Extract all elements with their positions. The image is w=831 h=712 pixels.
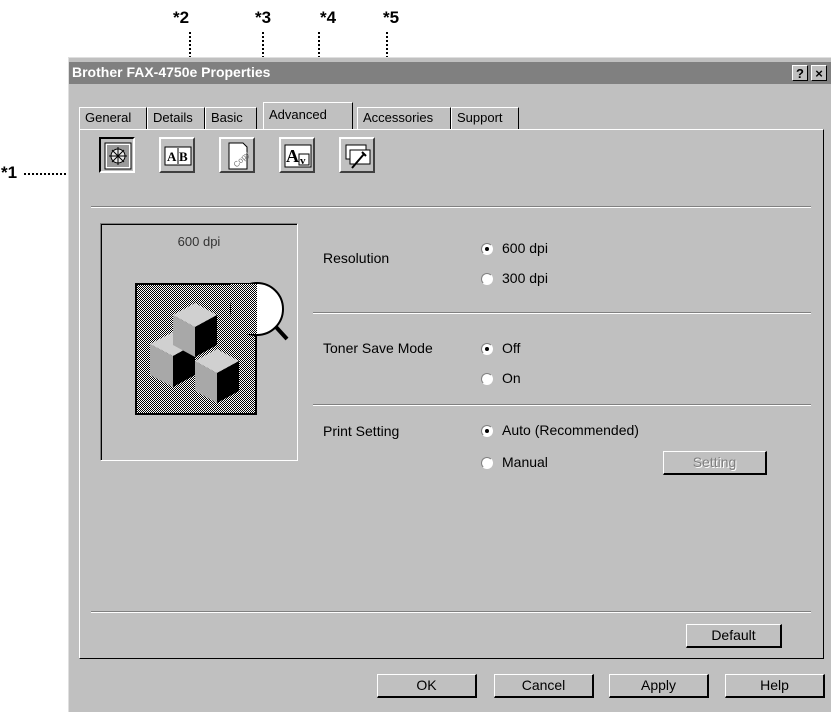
properties-dialog: Brother FAX-4750e Properties ? × General…	[68, 57, 831, 712]
resolution-label: Resolution	[323, 250, 390, 266]
close-button[interactable]: ×	[811, 65, 827, 81]
device-options-icon	[345, 144, 371, 169]
device-options-button[interactable]	[339, 137, 375, 173]
watermark-icon: Copy	[228, 142, 251, 170]
tab-support[interactable]: Support	[451, 107, 519, 129]
resolution-600-label[interactable]: 600 dpi	[502, 240, 548, 256]
svg-text:A: A	[286, 146, 299, 166]
callout-5: *5	[383, 8, 400, 27]
resolution-preview-illustration	[135, 282, 289, 415]
apply-button-label: Apply	[640, 677, 677, 693]
default-button-label: Default	[711, 627, 756, 643]
svg-text:A: A	[167, 149, 177, 164]
print-setting-label: Print Setting	[323, 423, 400, 439]
font-substitution-button[interactable]: A v	[279, 137, 315, 173]
apply-button[interactable]: Apply	[609, 674, 709, 698]
window-title: Brother FAX-4750e Properties	[72, 64, 271, 80]
print-setting-manual-label[interactable]: Manual	[502, 454, 548, 470]
print-setting-auto-radio[interactable]	[481, 425, 493, 437]
setting-button[interactable]: Setting	[663, 451, 767, 475]
duplex-icon: A B	[164, 146, 192, 166]
print-quality-button[interactable]	[99, 137, 135, 173]
resolution-600-radio[interactable]	[481, 243, 493, 255]
callout-1: *1	[1, 163, 18, 182]
toner-save-on-label[interactable]: On	[502, 370, 521, 386]
preview-pane: 600 dpi	[100, 223, 298, 461]
tab-basic[interactable]: Basic	[205, 107, 257, 129]
tab-label: General	[85, 110, 132, 125]
print-setting-manual-radio[interactable]	[481, 457, 493, 469]
toolbar-separator	[91, 206, 811, 208]
resolution-300-label[interactable]: 300 dpi	[502, 270, 548, 286]
tab-details[interactable]: Details	[147, 107, 205, 129]
help-title-button[interactable]: ?	[792, 65, 808, 81]
ok-button-label: OK	[416, 677, 437, 693]
toner-separator	[313, 404, 811, 406]
cancel-button-label: Cancel	[521, 677, 566, 693]
bottom-separator	[91, 611, 811, 613]
ok-button[interactable]: OK	[377, 674, 477, 698]
watermark-button[interactable]: Copy	[219, 137, 255, 173]
svg-text:v: v	[300, 155, 306, 167]
callout-3: *3	[255, 8, 272, 27]
tab-label: Support	[457, 110, 503, 125]
help-button-label: Help	[760, 677, 789, 693]
toner-save-label: Toner Save Mode	[323, 340, 433, 356]
toner-save-off-label[interactable]: Off	[502, 340, 520, 356]
toner-save-on-radio[interactable]	[481, 373, 493, 385]
tab-label: Advanced	[269, 107, 327, 122]
resolution-separator	[313, 312, 811, 314]
print-setting-auto-label[interactable]: Auto (Recommended)	[502, 422, 639, 438]
cancel-button[interactable]: Cancel	[494, 674, 594, 698]
tab-label: Accessories	[363, 110, 434, 125]
preview-resolution-label: 600 dpi	[177, 234, 221, 249]
default-button[interactable]: Default	[686, 624, 782, 648]
print-quality-icon	[104, 142, 132, 170]
tab-general[interactable]: General	[79, 107, 147, 129]
tab-accessories[interactable]: Accessories	[357, 107, 451, 129]
title-bar: Brother FAX-4750e Properties ? ×	[69, 62, 831, 84]
resolution-300-radio[interactable]	[481, 273, 493, 285]
tab-label: Details	[153, 110, 193, 125]
svg-text:B: B	[179, 149, 188, 164]
tab-label: Basic	[211, 110, 243, 125]
tab-advanced[interactable]: Advanced	[263, 102, 353, 129]
callout-4: *4	[320, 8, 337, 27]
duplex-button[interactable]: A B	[159, 137, 195, 173]
callout-2: *2	[173, 8, 190, 27]
toner-save-off-radio[interactable]	[481, 343, 493, 355]
setting-button-label: Setting	[692, 454, 737, 470]
font-substitution-icon: A v	[284, 144, 312, 168]
help-button[interactable]: Help	[725, 674, 825, 698]
